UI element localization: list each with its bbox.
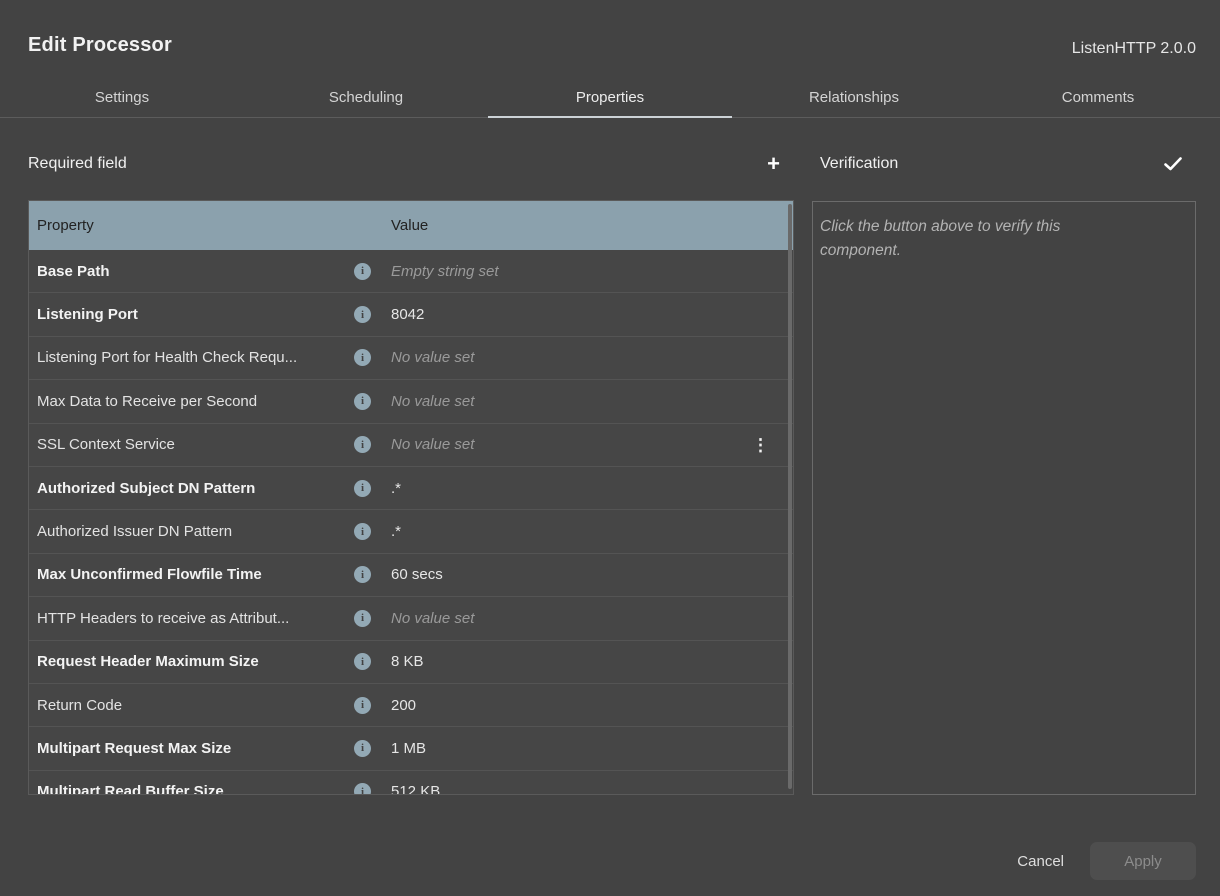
info-icon[interactable]: i: [354, 306, 371, 323]
property-value[interactable]: Empty string set: [391, 263, 499, 280]
table-row[interactable]: SSL Context Service i No value set ⋮: [29, 424, 793, 467]
table-row[interactable]: Base Path i Empty string set ⋮: [29, 250, 793, 293]
tab-label: Comments: [1062, 89, 1135, 106]
dialog-title: Edit Processor: [28, 34, 172, 57]
cancel-button[interactable]: Cancel: [1013, 853, 1068, 870]
property-value[interactable]: 200: [391, 697, 416, 714]
info-icon[interactable]: i: [354, 436, 371, 453]
info-icon[interactable]: i: [354, 653, 371, 670]
column-header-value: Value: [391, 217, 428, 234]
info-icon[interactable]: i: [354, 697, 371, 714]
table-row[interactable]: Max Unconfirmed Flowfile Time i 60 secs …: [29, 554, 793, 597]
tab-label: Relationships: [809, 89, 899, 106]
info-icon[interactable]: i: [354, 349, 371, 366]
tab-label: Scheduling: [329, 89, 403, 106]
properties-section-header: Required field +: [28, 140, 794, 188]
property-name: Base Path: [37, 263, 354, 280]
info-icon[interactable]: i: [354, 610, 371, 627]
table-row[interactable]: Authorized Subject DN Pattern i .* ⋮: [29, 467, 793, 510]
property-value[interactable]: 60 secs: [391, 566, 443, 583]
table-row[interactable]: Return Code i 200 ⋮: [29, 684, 793, 727]
column-header-property: Property: [37, 217, 354, 234]
tab-settings[interactable]: Settings: [0, 78, 244, 117]
property-name: Authorized Issuer DN Pattern: [37, 523, 354, 540]
property-value[interactable]: .*: [391, 523, 401, 540]
info-icon[interactable]: i: [354, 480, 371, 497]
verification-message: Click the button above to verify this co…: [820, 215, 1125, 263]
verification-section-header: Verification: [820, 140, 1196, 188]
verify-button[interactable]: [1164, 157, 1196, 171]
verification-panel: Click the button above to verify this co…: [812, 201, 1196, 795]
property-name: Return Code: [37, 697, 354, 714]
dialog-actions: Cancel Apply: [1013, 842, 1196, 880]
property-name: Request Header Maximum Size: [37, 653, 354, 670]
property-name: Authorized Subject DN Pattern: [37, 480, 354, 497]
tab-label: Properties: [576, 89, 644, 106]
info-icon[interactable]: i: [354, 393, 371, 410]
property-value[interactable]: 8042: [391, 306, 424, 323]
property-name: Max Data to Receive per Second: [37, 393, 354, 410]
tab-label: Settings: [95, 89, 149, 106]
table-body: Base Path i Empty string set ⋮ Listening…: [29, 250, 793, 795]
table-row[interactable]: Max Data to Receive per Second i No valu…: [29, 380, 793, 423]
table-header-row: Property Value: [29, 201, 793, 250]
tab-scheduling[interactable]: Scheduling: [244, 78, 488, 117]
apply-button[interactable]: Apply: [1090, 842, 1196, 880]
plus-icon: +: [767, 153, 780, 175]
property-value[interactable]: No value set: [391, 393, 474, 410]
property-value[interactable]: 512 KB: [391, 783, 440, 795]
tab-relationships[interactable]: Relationships: [732, 78, 976, 117]
check-icon: [1164, 157, 1182, 171]
table-row[interactable]: Multipart Read Buffer Size i 512 KB ⋮: [29, 771, 793, 795]
property-value[interactable]: .*: [391, 480, 401, 497]
table-scrollbar-thumb[interactable]: [788, 204, 792, 789]
tab-bar: Settings Scheduling Properties Relations…: [0, 78, 1220, 118]
property-value[interactable]: No value set: [391, 436, 474, 453]
info-icon[interactable]: i: [354, 566, 371, 583]
table-row[interactable]: Listening Port for Health Check Requ... …: [29, 337, 793, 380]
required-field-label: Required field: [28, 155, 127, 173]
property-name: Listening Port for Health Check Requ...: [37, 349, 354, 366]
info-icon[interactable]: i: [354, 740, 371, 757]
table-row[interactable]: Authorized Issuer DN Pattern i .* ⋮: [29, 510, 793, 553]
verification-label: Verification: [820, 155, 898, 173]
add-property-button[interactable]: +: [767, 153, 794, 175]
edit-processor-dialog: Edit Processor ListenHTTP 2.0.0 Settings…: [0, 0, 1220, 896]
properties-table: Property Value Base Path i Empty string …: [28, 200, 794, 795]
property-name: Multipart Request Max Size: [37, 740, 354, 757]
table-row[interactable]: HTTP Headers to receive as Attribut... i…: [29, 597, 793, 640]
property-name: Max Unconfirmed Flowfile Time: [37, 566, 354, 583]
processor-type-version: ListenHTTP 2.0.0: [1072, 40, 1196, 58]
property-name: Multipart Read Buffer Size: [37, 783, 354, 795]
table-row[interactable]: Request Header Maximum Size i 8 KB ⋮: [29, 641, 793, 684]
property-value[interactable]: No value set: [391, 349, 474, 366]
info-icon[interactable]: i: [354, 263, 371, 280]
info-icon[interactable]: i: [354, 783, 371, 795]
tab-properties[interactable]: Properties: [488, 78, 732, 117]
tab-comments[interactable]: Comments: [976, 78, 1220, 117]
property-value[interactable]: No value set: [391, 610, 474, 627]
property-name: Listening Port: [37, 306, 354, 323]
table-row[interactable]: Multipart Request Max Size i 1 MB ⋮: [29, 727, 793, 770]
info-icon[interactable]: i: [354, 523, 371, 540]
property-value[interactable]: 1 MB: [391, 740, 426, 757]
property-name: HTTP Headers to receive as Attribut...: [37, 610, 354, 627]
more-options-icon[interactable]: ⋮: [752, 436, 769, 453]
table-row[interactable]: Listening Port i 8042 ⋮: [29, 293, 793, 336]
property-name: SSL Context Service: [37, 436, 354, 453]
property-value[interactable]: 8 KB: [391, 653, 424, 670]
